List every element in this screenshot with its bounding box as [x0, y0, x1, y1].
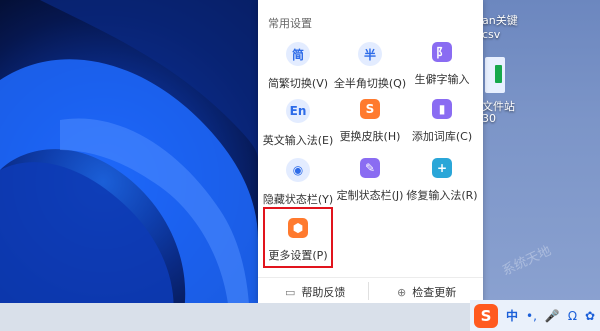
spreadsheet-file-icon[interactable]: [485, 57, 505, 93]
menu-item-label: 生僻字输入: [414, 73, 470, 86]
menu-item-label: 更换皮肤(H): [339, 130, 401, 143]
footer-vertical-divider: [368, 282, 369, 300]
menu-item-english[interactable]: En 英文输入法(E): [261, 99, 335, 159]
menu-item-customize-statusbar[interactable]: ✎ 定制状态栏(J): [333, 158, 407, 218]
menu-item-dictionary[interactable]: ▮ 添加词库(C): [405, 99, 479, 159]
headset-icon[interactable]: Ω: [568, 309, 577, 323]
punctuation-toggle[interactable]: •,: [526, 309, 537, 323]
menu-item-simplified-traditional[interactable]: 简 简繁切换(V): [261, 42, 335, 102]
eye-hidden-icon: ◉: [286, 158, 310, 182]
chat-icon: ▭: [285, 285, 296, 299]
dictionary-icon: ▮: [432, 99, 452, 119]
help-feedback-label: 帮助反馈: [301, 286, 346, 299]
desktop-wallpaper: [0, 0, 258, 331]
wallpaper-swirl: [0, 0, 258, 331]
microphone-icon[interactable]: 🎤: [545, 309, 560, 323]
footer-divider: [258, 277, 483, 278]
update-icon: ⊕: [397, 285, 407, 299]
repair-kit-icon: +: [432, 158, 452, 178]
desktop-file-label-top[interactable]: an关键: [482, 12, 518, 28]
chinese-mode-toggle[interactable]: 中: [506, 307, 518, 324]
menu-item-label: 简繁切换(V): [267, 77, 329, 90]
menu-item-label: 隐藏状态栏(Y): [262, 193, 334, 206]
section-title: 常用设置: [268, 17, 312, 30]
menu-item-label: 修复输入法(R): [406, 189, 478, 202]
simplified-traditional-icon: 简: [286, 42, 310, 66]
sogou-logo-icon[interactable]: S: [474, 303, 498, 328]
skin-icon: S: [360, 99, 380, 119]
more-tools-icon[interactable]: ✿: [585, 309, 595, 323]
highlight-box: [263, 207, 333, 268]
menu-item-half-width[interactable]: 半 全半角切换(Q): [333, 42, 407, 102]
desktop-file2-count: 30: [482, 112, 496, 125]
menu-item-skin[interactable]: S 更换皮肤(H): [333, 99, 407, 159]
menu-item-rare-char[interactable]: 阝 生僻字输入: [405, 42, 479, 102]
check-update-label: 检查更新: [412, 286, 457, 299]
check-update-button[interactable]: ⊕ 检查更新: [397, 284, 456, 300]
half-width-icon: 半: [358, 42, 382, 66]
english-icon: En: [286, 99, 310, 123]
ime-status-bar[interactable]: S 中 •, 🎤 Ω ✿: [470, 300, 600, 331]
desktop-file-ext[interactable]: csv: [482, 28, 500, 41]
help-feedback-button[interactable]: ▭ 帮助反馈: [285, 284, 345, 300]
customize-icon: ✎: [360, 158, 380, 178]
menu-item-label: 添加词库(C): [411, 130, 473, 143]
menu-item-label: 定制状态栏(J): [336, 189, 404, 202]
menu-item-label: 全半角切换(Q): [333, 77, 407, 90]
menu-item-repair-ime[interactable]: + 修复输入法(R): [405, 158, 479, 218]
rare-char-icon: 阝: [432, 42, 452, 62]
menu-item-label: 英文输入法(E): [262, 134, 334, 147]
